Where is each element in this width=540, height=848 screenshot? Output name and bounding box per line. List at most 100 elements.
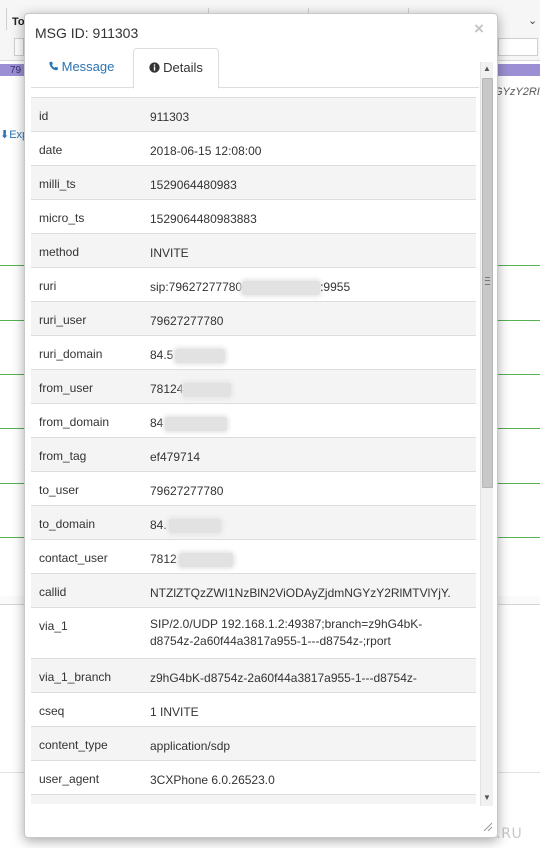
field-key: from_domain: [39, 415, 110, 429]
tab-details[interactable]: Details: [133, 48, 219, 89]
field-key: contact_user: [39, 551, 108, 565]
field-key: via_1_branch: [39, 670, 112, 684]
flow-line: [496, 483, 540, 484]
table-row: ruri_domain 84.5: [31, 336, 476, 370]
flow-line: [496, 265, 540, 266]
field-value-part: 84.: [150, 518, 167, 532]
field-value-line: d8754z-2a60f44a3817a955-1---d8754z-;rpor…: [150, 634, 391, 648]
tab-details-label: Details: [163, 60, 203, 75]
column-separator: [6, 8, 7, 30]
background-row-text: 79: [10, 65, 22, 76]
field-value-part: 78124: [150, 382, 184, 396]
field-value-part: :9955: [320, 280, 351, 294]
redacted-blur: [175, 348, 226, 363]
field-value-part: 84.5: [150, 348, 174, 362]
table-row: milli_ts 1529064480983: [31, 166, 476, 200]
field-value: 1529064480983: [150, 178, 237, 192]
field-key: cseq: [39, 704, 65, 718]
field-value: sip:79627277780 :9955: [150, 279, 468, 296]
table-row: from_tag ef479714: [31, 438, 476, 472]
background-filter-input[interactable]: [14, 38, 24, 56]
phone-icon: [48, 49, 59, 87]
background-callid-fragment: GYzY2RII: [494, 86, 540, 98]
flow-line: [496, 374, 540, 375]
tab-message[interactable]: Message: [31, 48, 131, 86]
field-key: ruri: [39, 279, 57, 293]
table-row: from_user 78124: [31, 370, 476, 404]
scroll-down-arrow-icon[interactable]: ▼: [483, 793, 491, 802]
info-circle-icon: [149, 50, 160, 88]
field-key: to_domain: [39, 517, 96, 531]
field-value: 78124: [150, 381, 468, 398]
table-row: to_domain 84.: [31, 506, 476, 540]
field-value: 79627277780: [150, 484, 224, 498]
field-key: from_user: [39, 381, 94, 395]
field-key: content_type: [39, 738, 108, 752]
table-row: id 911303: [31, 98, 476, 132]
field-key: to_user: [39, 483, 80, 497]
tab-message-label: Message: [61, 59, 115, 74]
field-value: 1529064480983883: [150, 212, 257, 226]
flow-line: [496, 428, 540, 429]
flow-line: [0, 320, 26, 321]
field-value: 7812: [150, 551, 468, 568]
field-key: user_agent: [39, 772, 100, 786]
field-value-part: sip:79627277780: [150, 280, 243, 294]
field-value: NTZlZTQzZWI1NzBlN2ViODAyZjdmNGYzY2RlMTVl…: [150, 586, 451, 600]
redacted-blur: [242, 280, 321, 295]
field-value-part: 84: [150, 416, 164, 430]
flow-line: [496, 320, 540, 321]
modal-title: MSG ID: 911303: [35, 25, 139, 41]
table-row: content_type application/sdp: [31, 727, 476, 761]
field-value-part: 7812: [150, 552, 177, 566]
field-value: 84.5: [150, 347, 468, 364]
redacted-blur: [178, 552, 233, 567]
close-icon[interactable]: ×: [474, 20, 484, 37]
flow-line: [0, 265, 26, 266]
scroll-up-arrow-icon[interactable]: ▲: [483, 64, 491, 73]
redacted-blur: [165, 416, 228, 431]
table-row: method INVITE: [31, 234, 476, 268]
table-row: [31, 795, 476, 804]
chevron-down-icon[interactable]: ⌄: [528, 14, 537, 27]
table-row: date 2018-06-15 12:08:00: [31, 132, 476, 166]
field-value: SIP/2.0/UDP 192.168.1.2:49387;branch=z9h…: [150, 616, 468, 650]
field-key: milli_ts: [39, 177, 76, 191]
table-row: ruri sip:79627277780 :9955: [31, 268, 476, 302]
table-row: from_domain 84: [31, 404, 476, 438]
message-details-modal: MSG ID: 911303 × Message Details id 9113…: [24, 13, 498, 838]
resize-handle-icon[interactable]: [482, 820, 493, 832]
redacted-blur: [183, 382, 232, 397]
table-row: to_user 79627277780: [31, 472, 476, 506]
field-key: ruri_domain: [39, 347, 103, 361]
table-row: cseq 1 INVITE: [31, 693, 476, 727]
table-row: via_1_branch z9hG4bK-d8754z-2a60f44a3817…: [31, 659, 476, 693]
flow-line: [496, 537, 540, 538]
table-row: via_1 SIP/2.0/UDP 192.168.1.2:49387;bran…: [31, 608, 476, 659]
scrollbar-thumb[interactable]: [482, 78, 493, 488]
field-value-line: SIP/2.0/UDP 192.168.1.2:49387;branch=z9h…: [150, 617, 423, 631]
table-row: contact_user 7812: [31, 540, 476, 574]
background-column-title: To: [12, 16, 25, 28]
field-key: date: [39, 143, 63, 157]
field-value: 1 INVITE: [150, 705, 199, 719]
field-value: 84: [150, 415, 468, 432]
field-value: 84.: [150, 517, 468, 534]
field-key: callid: [39, 585, 67, 599]
background-filter-input[interactable]: [498, 38, 538, 56]
details-table: id 911303 date 2018-06-15 12:08:00 milli…: [31, 97, 476, 804]
field-key: from_tag: [39, 449, 87, 463]
field-key: method: [39, 245, 80, 259]
flow-line: [0, 374, 26, 375]
field-value: INVITE: [150, 246, 189, 260]
modal-tabs: Message Details: [31, 48, 479, 89]
flow-line: [0, 483, 26, 484]
field-key: micro_ts: [39, 211, 85, 225]
table-row: user_agent 3CXPhone 6.0.26523.0: [31, 761, 476, 795]
vertical-scrollbar[interactable]: ▲ ▼: [480, 62, 493, 806]
redacted-blur: [168, 518, 221, 533]
field-value: application/sdp: [150, 739, 231, 753]
field-value: 911303: [150, 110, 190, 124]
table-row: callid NTZlZTQzZWI1NzBlN2ViODAyZjdmNGYzY…: [31, 574, 476, 608]
table-row: micro_ts 1529064480983883: [31, 200, 476, 234]
